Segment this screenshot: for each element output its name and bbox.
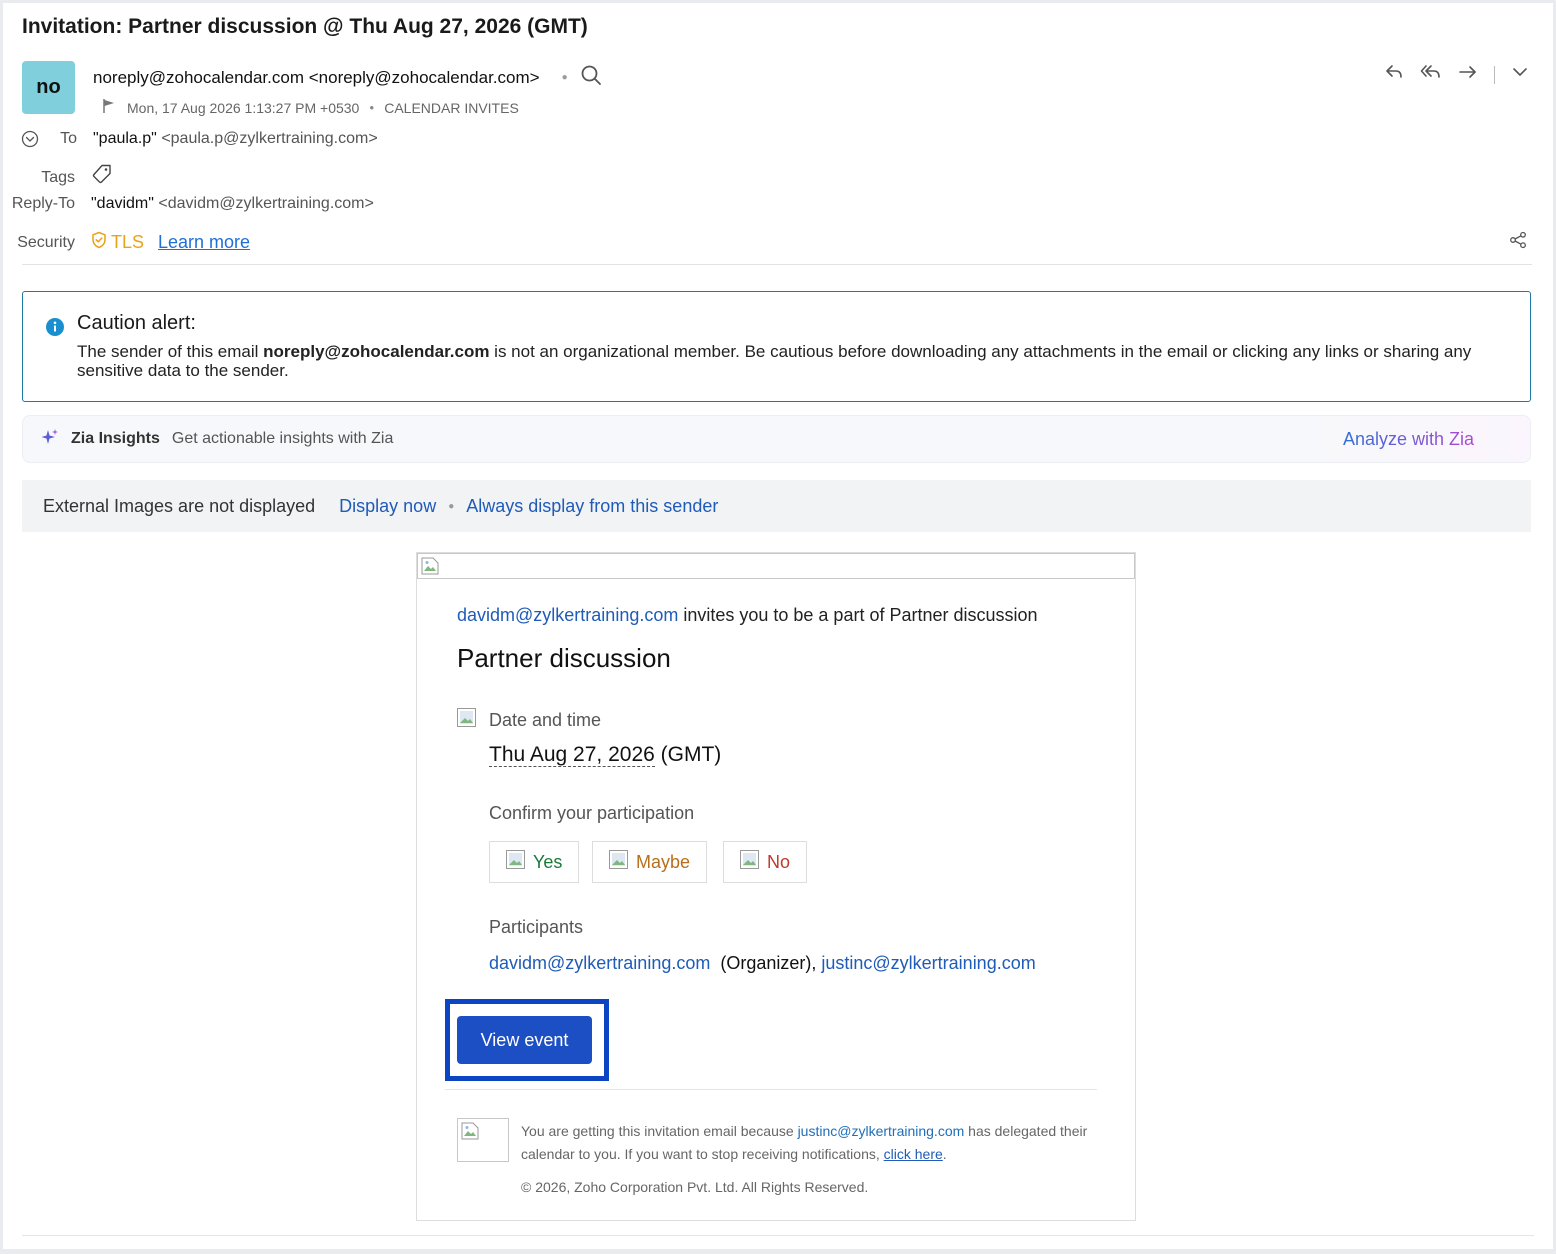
to-row: To "paula.p" <paula.p@zylkertraining.com…: [21, 130, 378, 148]
flag-icon[interactable]: [101, 98, 117, 117]
reply-all-icon[interactable]: [1420, 63, 1442, 86]
analyze-with-zia-link[interactable]: Analyze with Zia: [1343, 429, 1474, 450]
toolbar-divider: [1494, 65, 1495, 84]
zia-name: Zia Insights: [71, 430, 160, 447]
email-view: Invitation: Partner discussion @ Thu Aug…: [3, 3, 1553, 1249]
separator-dot: ●: [369, 103, 375, 112]
zia-insights-bar: Zia Insights Get actionable insights wit…: [22, 415, 1531, 463]
separator-dot: ●: [448, 500, 455, 512]
copyright: © 2026, Zoho Corporation Pvt. Ltd. All R…: [521, 1179, 869, 1195]
expand-headers-icon[interactable]: [21, 130, 39, 153]
separator-dot: ●: [561, 72, 568, 83]
tag-icon[interactable]: [91, 163, 113, 190]
rsvp-maybe-label: Maybe: [636, 851, 691, 872]
reply-to-name: "davidm": [91, 195, 154, 212]
rsvp-maybe-button[interactable]: Maybe: [592, 841, 708, 883]
participants-label: Participants: [489, 917, 584, 937]
sender-meta: Mon, 17 Aug 2026 1:13:27 PM +0530 ● CALE…: [101, 98, 519, 117]
footer-divider: [445, 1089, 1097, 1090]
avatar[interactable]: no: [22, 61, 75, 114]
caution-text-part: The sender of this email: [77, 342, 264, 361]
search-icon[interactable]: [580, 64, 602, 91]
to-name: "paula.p": [93, 130, 157, 147]
delegator-email-link[interactable]: justinc@zylkertraining.com: [798, 1123, 965, 1139]
shield-icon: [91, 231, 107, 254]
participant-link[interactable]: davidm@zylkertraining.com: [489, 953, 710, 973]
rsvp-no-label: No: [767, 851, 791, 872]
event-date[interactable]: Thu Aug 27, 2026: [489, 743, 655, 767]
invitation-card: davidm@zylkertraining.com invites you to…: [416, 552, 1136, 1221]
forward-icon[interactable]: [1458, 63, 1478, 86]
folder-label[interactable]: CALENDAR INVITES: [384, 100, 519, 116]
reply-to-email: <davidm@zylkertraining.com>: [158, 195, 374, 212]
participants-list: davidm@zylkertraining.com (Organizer), j…: [489, 953, 1036, 974]
event-timezone: (GMT): [654, 743, 722, 766]
chevron-down-icon[interactable]: [1511, 63, 1529, 86]
external-images-bar: External Images are not displayed Displa…: [22, 480, 1531, 532]
sender-row: noreply@zohocalendar.com <noreply@zohoca…: [93, 64, 602, 91]
learn-more-link[interactable]: Learn more: [158, 232, 250, 253]
info-icon: [45, 317, 65, 342]
organizer-email-link[interactable]: davidm@zylkertraining.com: [457, 605, 678, 625]
view-event-button[interactable]: View event: [457, 1016, 592, 1064]
share-icon[interactable]: [1509, 231, 1527, 254]
security-value: TLS Learn more: [91, 231, 250, 254]
caution-sender: noreply@zohocalendar.com: [263, 342, 490, 361]
date-time-label: Date and time: [489, 709, 602, 730]
footer-text-part: .: [942, 1146, 947, 1162]
broken-image-icon: [421, 557, 439, 575]
zia-text: Get actionable insights with Zia: [171, 430, 394, 447]
calendar-image-icon: [457, 708, 476, 732]
invite-line: davidm@zylkertraining.com invites you to…: [457, 605, 1038, 626]
event-title: Partner discussion: [457, 643, 671, 673]
invite-text: invites you to be a part of Partner disc…: [678, 605, 1038, 625]
header-divider: [22, 264, 1532, 265]
security-row: Security TLS Learn more: [3, 231, 250, 254]
caution-alert: Caution alert: The sender of this email …: [22, 291, 1531, 402]
sparkle-icon: [41, 428, 59, 451]
to-email: <paula.p@zylkertraining.com>: [161, 130, 378, 147]
rsvp-no-button[interactable]: No: [723, 841, 808, 883]
sender-email[interactable]: <noreply@zohocalendar.com>: [309, 68, 540, 88]
sender-name[interactable]: noreply@zohocalendar.com: [93, 68, 304, 88]
reply-icon[interactable]: [1384, 63, 1404, 86]
confirm-participation-label: Confirm your participation: [489, 803, 695, 823]
rsvp-yes-button[interactable]: Yes: [489, 841, 580, 883]
email-subject: Invitation: Partner discussion @ Thu Aug…: [22, 15, 588, 38]
security-label: Security: [17, 233, 75, 251]
broken-image-icon: [461, 1122, 479, 1145]
reply-to-recipient[interactable]: "davidm" <davidm@zylkertraining.com>: [91, 195, 374, 213]
footer-text-part: You are getting this invitation email be…: [521, 1123, 798, 1139]
header-image-placeholder: [417, 553, 1135, 579]
no-image-icon: [740, 850, 759, 874]
tags-label: Tags: [41, 168, 75, 186]
unsubscribe-link[interactable]: click here: [884, 1146, 943, 1162]
caution-text: The sender of this email noreply@zohocal…: [77, 342, 1497, 380]
reply-to-label: Reply-To: [11, 195, 75, 212]
message-toolbar: [1384, 63, 1529, 86]
participant-link[interactable]: justinc@zylkertraining.com: [821, 953, 1035, 973]
footer-logo-placeholder: [457, 1118, 509, 1162]
to-recipient[interactable]: "paula.p" <paula.p@zylkertraining.com>: [93, 130, 378, 148]
bottom-divider: [22, 1235, 1534, 1236]
yes-image-icon: [506, 850, 525, 874]
tags-row: Tags: [3, 163, 113, 190]
rsvp-yes-label: Yes: [533, 851, 563, 872]
reply-to-row: Reply-To "davidm" <davidm@zylkertraining…: [3, 195, 374, 213]
caution-title: Caution alert:: [77, 312, 196, 334]
always-display-link[interactable]: Always display from this sender: [466, 496, 718, 517]
event-date-time: Thu Aug 27, 2026 (GMT): [489, 743, 721, 767]
email-datetime: Mon, 17 Aug 2026 1:13:27 PM +0530: [127, 99, 360, 116]
external-images-message: External Images are not displayed: [43, 495, 316, 516]
organizer-tag: (Organizer),: [710, 953, 822, 973]
tls-badge: TLS: [111, 232, 145, 252]
footer-notice: You are getting this invitation email be…: [521, 1120, 1101, 1166]
date-time-label-row: Date and time: [457, 708, 601, 732]
maybe-image-icon: [609, 850, 628, 874]
display-now-link[interactable]: Display now: [339, 496, 436, 517]
